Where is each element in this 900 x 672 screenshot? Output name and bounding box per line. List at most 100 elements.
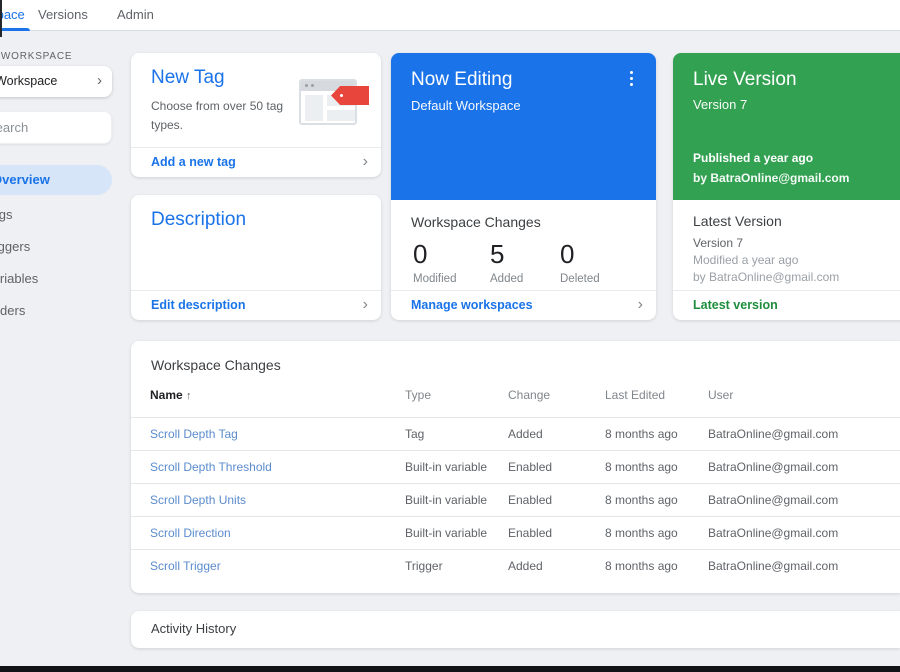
latest-version-heading: Latest Version [693,213,782,229]
published-line: Published a year ago [693,151,814,166]
now-editing-subtitle: Default Workspace [411,98,521,113]
latest-version-block: Latest Version Version 7 Modified a year… [673,200,900,284]
window-bottom-edge [0,666,900,672]
table-row: Scroll Depth Tag Tag Added 8 months ago … [131,417,900,450]
change-item-user: BatraOnline@gmail.com [708,526,839,540]
column-header-user[interactable]: User [708,388,733,402]
column-header-change[interactable]: Change [508,388,550,402]
search-input[interactable] [0,112,111,143]
current-workspace-label: CURRENT WORKSPACE [0,51,73,62]
change-item-link[interactable]: Scroll Depth Tag [150,427,238,441]
change-item-last-edited: 8 months ago [605,559,678,573]
change-item-type: Tag [405,427,425,441]
sidebar-item-label: Overview [0,172,50,187]
live-version-footer: Latest version [673,290,900,320]
sidebar-item-overview[interactable]: Overview [0,165,112,195]
now-editing-title: Now Editing [411,69,513,90]
change-item-type: Trigger [405,559,443,573]
published-by: by BatraOnline@gmail.com [693,171,850,186]
sidebar-search [0,111,112,144]
change-item-change: Added [508,559,543,573]
change-item-type: Built-in variable [405,460,488,474]
change-item-user: BatraOnline@gmail.com [708,427,839,441]
new-tag-description: Choose from over 50 tag types. [151,99,284,132]
change-item-last-edited: 8 months ago [605,460,678,474]
add-new-tag-link[interactable]: Add a new tag [151,148,236,177]
description-footer: Edit description › [131,290,381,320]
change-item-type: Built-in variable [405,493,488,507]
chevron-right-icon: › [97,72,102,89]
stat-added-label: Added [490,273,524,285]
gtm-workspace-page: Workspace Versions Admin CURRENT WORKSPA… [0,0,900,672]
live-version-subtitle: Version 7 [693,97,748,112]
change-item-change: Enabled [508,493,553,507]
change-item-link[interactable]: Scroll Trigger [150,559,221,573]
stat-modified-label: Modified [413,273,457,285]
activity-history-card: Activity History [131,611,900,648]
stat-deleted: 0 Deleted [560,239,600,285]
sort-ascending-icon: ↑ [186,390,192,402]
live-version-card: Live Version Version 7 Published a year … [673,53,900,320]
change-item-change: Enabled [508,526,553,540]
table-title: Workspace Changes [151,357,281,373]
change-item-user: BatraOnline@gmail.com [708,559,839,573]
chevron-right-icon: › [362,296,368,313]
now-editing-footer: Manage workspaces › [391,290,656,320]
new-tag-card: New Tag Choose from over 50 tag types. A… [131,53,381,177]
sidebar: CURRENT WORKSPACE Default Workspace › Ov… [0,31,131,672]
sidebar-item-tags[interactable]: Tags [0,207,12,222]
tab-versions[interactable]: Versions [38,0,88,31]
stat-modified: 0 Modified [413,239,456,285]
change-item-link[interactable]: Scroll Depth Threshold [150,460,272,474]
change-item-last-edited: 8 months ago [605,493,678,507]
now-editing-header: Now Editing Default Workspace [391,53,656,200]
chevron-right-icon: › [362,153,368,170]
stat-added: 5 Added [490,239,523,285]
workspace-changes-heading: Workspace Changes [411,214,541,230]
live-version-title: Live Version [693,69,797,90]
change-item-user: BatraOnline@gmail.com [708,493,839,507]
stat-modified-value: 0 [413,239,428,269]
change-item-link[interactable]: Scroll Direction [150,526,231,540]
tab-admin[interactable]: Admin [117,0,154,31]
edit-description-link[interactable]: Edit description [151,291,245,320]
now-editing-card: Now Editing Default Workspace Workspace … [391,53,656,320]
stat-added-value: 5 [490,239,505,269]
table-row: Scroll Trigger Trigger Added 8 months ag… [131,549,900,582]
modified-by: by BatraOnline@gmail.com [693,270,840,284]
top-nav: Workspace Versions Admin [0,0,900,31]
column-header-last-edited[interactable]: Last Edited [605,388,665,402]
table-header: Name ↑ Type Change Last Edited User [131,388,900,417]
sidebar-item-folders[interactable]: Folders [0,303,25,318]
description-title: Description [151,209,247,230]
tab-workspace[interactable]: Workspace [0,0,25,31]
modified-line: Modified a year ago [693,253,799,267]
column-header-name[interactable]: Name ↑ [150,388,192,402]
sidebar-item-variables[interactable]: Variables [0,271,38,286]
change-item-last-edited: 8 months ago [605,427,678,441]
change-item-type: Built-in variable [405,526,488,540]
kebab-menu-icon[interactable] [624,70,640,88]
column-header-type[interactable]: Type [405,388,431,402]
description-card: Description Edit description › [131,195,381,320]
change-item-user: BatraOnline@gmail.com [708,460,839,474]
new-tag-icon [299,79,369,125]
change-item-last-edited: 8 months ago [605,526,678,540]
workspace-selector[interactable]: Default Workspace › [0,66,112,97]
change-item-link[interactable]: Scroll Depth Units [150,493,246,507]
table-row: Scroll Depth Threshold Built-in variable… [131,450,900,483]
activity-history-title: Activity History [151,621,237,636]
workspace-changes-summary: Workspace Changes 0 Modified 5 Added 0 D… [391,200,656,299]
window-edge [0,0,2,37]
stat-deleted-value: 0 [560,239,575,269]
table-row: Scroll Depth Units Built-in variable Ena… [131,483,900,516]
chevron-right-icon: › [637,296,643,313]
stat-deleted-label: Deleted [560,273,600,285]
active-tab-underline [0,28,30,31]
sidebar-item-triggers[interactable]: Triggers [0,239,30,254]
change-item-change: Enabled [508,460,553,474]
manage-workspaces-link[interactable]: Manage workspaces [411,291,533,320]
latest-version-link[interactable]: Latest version [693,291,778,320]
table-row: Scroll Direction Built-in variable Enabl… [131,516,900,549]
workspace-changes-table-card: Workspace Changes Name ↑ Type Change Las… [131,341,900,593]
